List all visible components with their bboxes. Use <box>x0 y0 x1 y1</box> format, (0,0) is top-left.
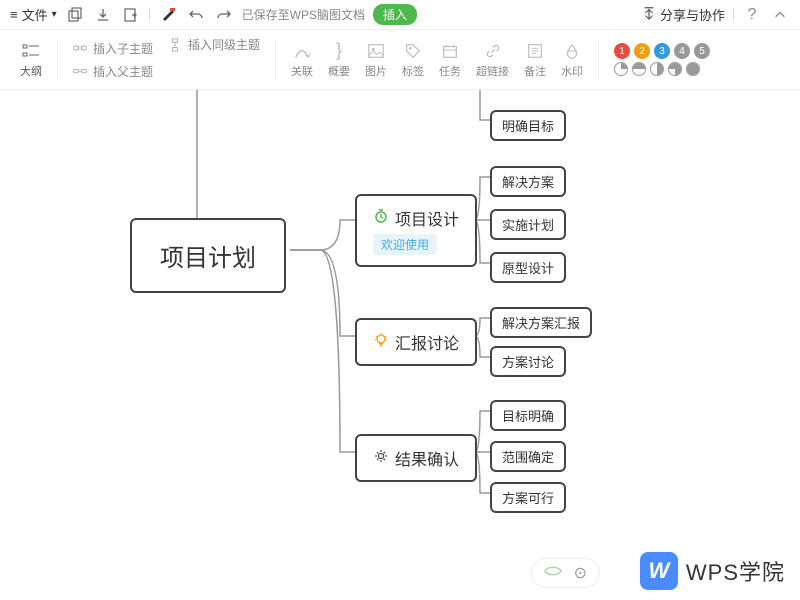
priority-3-badge[interactable]: 3 <box>654 43 670 59</box>
undo-icon[interactable] <box>186 5 206 25</box>
relation-icon <box>292 41 312 61</box>
relation-button[interactable]: 关联 <box>291 41 313 79</box>
file-menu[interactable]: ≡ 文件 ▾ <box>10 5 57 24</box>
download-icon[interactable] <box>93 5 113 25</box>
mindmap-leaf-node[interactable]: 方案讨论 <box>490 346 566 377</box>
target-icon[interactable]: ⊙ <box>574 563 587 583</box>
mindmap-root-node[interactable]: 项目计划 <box>130 218 286 293</box>
bottom-view-controls: ⊙ <box>531 558 600 588</box>
watermark-icon <box>562 41 582 61</box>
share-icon <box>642 6 656 23</box>
note-icon <box>525 41 545 61</box>
welcome-tag: 欢迎使用 <box>373 234 437 255</box>
progress-50-icon[interactable] <box>650 62 664 76</box>
watermark-button[interactable]: 水印 <box>561 41 583 79</box>
outline-button[interactable]: 大纲 <box>20 41 42 79</box>
save-status: 已保存至WPS脑图文档 <box>242 6 365 23</box>
progress-25-icon[interactable] <box>632 62 646 76</box>
insert-child-button[interactable]: 插入子主题 <box>73 40 153 57</box>
chevron-down-icon: ▾ <box>52 9 57 20</box>
priority-1-badge[interactable]: 1 <box>614 43 630 59</box>
mindmap-leaf-node[interactable]: 明确目标 <box>490 110 566 141</box>
outline-icon <box>21 41 41 61</box>
eye-icon[interactable] <box>544 564 562 582</box>
link-icon <box>483 41 503 61</box>
summary-button[interactable]: } 概要 <box>328 41 350 79</box>
mindmap-branch-node[interactable]: 结果确认 <box>355 434 477 482</box>
gear-icon <box>373 448 389 469</box>
brush-icon[interactable] <box>158 5 178 25</box>
progress-0-icon[interactable] <box>614 62 628 76</box>
mindmap-leaf-node[interactable]: 目标明确 <box>490 400 566 431</box>
tag-button[interactable]: 标签 <box>402 41 424 79</box>
share-button[interactable]: 分享与协作 <box>642 5 725 24</box>
help-icon[interactable]: ? <box>742 5 762 25</box>
progress-100-icon[interactable] <box>686 62 700 76</box>
task-icon <box>440 41 460 61</box>
mindmap-leaf-node[interactable]: 范围确定 <box>490 441 566 472</box>
clock-icon <box>373 208 389 229</box>
insert-parent-button[interactable]: 插入父主题 <box>73 63 153 80</box>
wps-watermark: W WPS学院 <box>640 552 785 590</box>
mindmap-leaf-node[interactable]: 方案可行 <box>490 482 566 513</box>
export-icon[interactable] <box>121 5 141 25</box>
mindmap-canvas[interactable]: 项目计划 明确目标 项目设计 欢迎使用 解决方案 实施计划 原型设计 汇报讨论 … <box>0 90 800 600</box>
insert-sibling-button[interactable]: 插入同级主题 <box>168 36 260 53</box>
lightbulb-icon <box>373 332 389 353</box>
note-button[interactable]: 备注 <box>524 41 546 79</box>
priority-5-badge[interactable]: 5 <box>694 43 710 59</box>
image-button[interactable]: 图片 <box>365 41 387 79</box>
insert-tab-button[interactable]: 插入 <box>373 4 417 25</box>
progress-75-icon[interactable] <box>668 62 682 76</box>
task-button[interactable]: 任务 <box>439 41 461 79</box>
priority-4-badge[interactable]: 4 <box>674 43 690 59</box>
image-icon <box>366 41 386 61</box>
priority-2-badge[interactable]: 2 <box>634 43 650 59</box>
wps-logo-icon: W <box>640 552 678 590</box>
tag-icon <box>403 41 423 61</box>
mindmap-leaf-node[interactable]: 原型设计 <box>490 252 566 283</box>
mindmap-leaf-node[interactable]: 实施计划 <box>490 209 566 240</box>
hyperlink-button[interactable]: 超链接 <box>476 41 509 79</box>
collapse-icon[interactable] <box>770 5 790 25</box>
redo-icon[interactable] <box>214 5 234 25</box>
mindmap-leaf-node[interactable]: 解决方案汇报 <box>490 307 592 338</box>
hamburger-icon: ≡ <box>10 7 18 22</box>
mindmap-branch-node[interactable]: 项目设计 欢迎使用 <box>355 194 477 267</box>
copy-icon[interactable] <box>65 5 85 25</box>
mindmap-leaf-node[interactable]: 解决方案 <box>490 166 566 197</box>
mindmap-branch-node[interactable]: 汇报讨论 <box>355 318 477 366</box>
summary-icon: } <box>329 41 349 61</box>
